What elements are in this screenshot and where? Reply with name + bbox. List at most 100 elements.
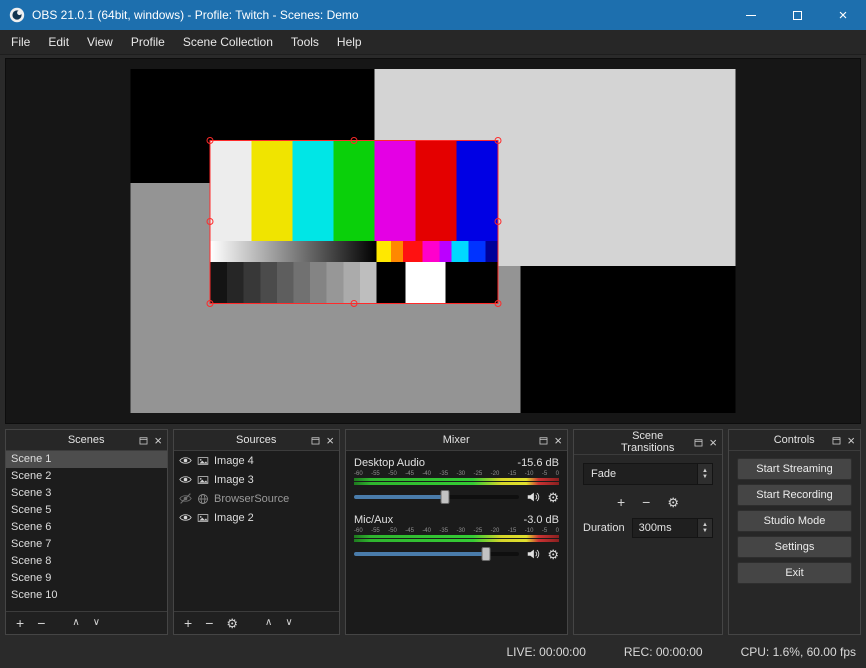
menu-help[interactable]: Help <box>328 30 371 54</box>
volume-slider-handle[interactable] <box>482 547 491 561</box>
dock-float-icon[interactable] <box>831 435 842 446</box>
source-row[interactable]: Image 2 <box>174 508 339 527</box>
remove-source-button[interactable]: − <box>205 616 213 630</box>
add-transition-button[interactable]: + <box>617 495 625 509</box>
close-button[interactable]: × <box>820 0 866 30</box>
combo-arrows[interactable]: ▲ ▼ <box>697 464 712 484</box>
remove-scene-button[interactable]: − <box>37 616 45 630</box>
scene-list-item[interactable]: Scene 10 <box>6 587 167 604</box>
start-recording-button[interactable]: Start Recording <box>737 484 852 506</box>
channel-settings-gear-icon[interactable]: ⚙ <box>547 548 559 561</box>
eye-visible-icon[interactable] <box>179 454 192 467</box>
dock-float-icon[interactable] <box>538 435 549 446</box>
transition-properties-gear-icon[interactable]: ⚙ <box>667 496 679 509</box>
remove-transition-button[interactable]: − <box>642 495 650 509</box>
bar-yellow <box>252 141 293 241</box>
dock-close-icon[interactable]: × <box>154 434 162 447</box>
scenes-list[interactable]: Scene 1 Scene 2 Scene 3 Scene 5 Scene 6 … <box>6 451 167 611</box>
obs-window: OBS 21.0.1 (64bit, windows) - Profile: T… <box>0 0 866 668</box>
settings-button[interactable]: Settings <box>737 536 852 558</box>
selection-handle[interactable] <box>495 218 502 225</box>
speaker-icon[interactable] <box>526 547 540 561</box>
menu-profile[interactable]: Profile <box>122 30 174 54</box>
scene-list-item[interactable]: Scene 2 <box>6 468 167 485</box>
selection-handle[interactable] <box>350 300 357 307</box>
add-source-button[interactable]: + <box>184 616 192 630</box>
selection-handle[interactable] <box>495 300 502 307</box>
volume-meter <box>354 478 559 485</box>
bar-magenta <box>375 141 416 241</box>
image-source-icon <box>197 455 209 467</box>
black-segment <box>446 262 498 303</box>
menu-edit[interactable]: Edit <box>39 30 78 54</box>
menu-scene-collection[interactable]: Scene Collection <box>174 30 282 54</box>
speaker-icon[interactable] <box>526 490 540 504</box>
eye-hidden-icon[interactable] <box>179 492 192 505</box>
dock-close-icon[interactable]: × <box>554 434 562 447</box>
scene-list-item[interactable]: Scene 6 <box>6 519 167 536</box>
spin-arrows[interactable]: ▲ ▼ <box>697 519 712 537</box>
dock-float-icon[interactable] <box>310 435 321 446</box>
move-scene-down-button[interactable]: ∨ <box>93 618 100 628</box>
scene-list-item[interactable]: Scene 9 <box>6 570 167 587</box>
source-row[interactable]: BrowserSource <box>174 489 339 508</box>
exit-button[interactable]: Exit <box>737 562 852 584</box>
window-controls: × <box>728 0 866 30</box>
source-row[interactable]: Image 4 <box>174 451 339 470</box>
channel-settings-gear-icon[interactable]: ⚙ <box>547 491 559 504</box>
maximize-button[interactable] <box>774 0 820 30</box>
menu-file[interactable]: File <box>2 30 39 54</box>
eye-visible-icon[interactable] <box>179 511 192 524</box>
eye-visible-icon[interactable] <box>179 473 192 486</box>
mixer-panel-title: Mixer <box>376 434 536 446</box>
test-pattern-bars <box>211 141 498 241</box>
controls-panel: Controls × Start Streaming Start Recordi… <box>728 429 861 635</box>
volume-slider-handle[interactable] <box>440 490 449 504</box>
scene-list-item[interactable]: Scene 1 <box>6 451 167 468</box>
add-scene-button[interactable]: + <box>16 616 24 630</box>
transition-select[interactable]: Fade ▲ ▼ <box>583 463 713 485</box>
duration-value: 300ms <box>639 522 672 534</box>
menu-tools[interactable]: Tools <box>282 30 328 54</box>
menu-view[interactable]: View <box>78 30 122 54</box>
selection-handle[interactable] <box>207 300 214 307</box>
color-bars-test-pattern <box>211 141 498 303</box>
selection-handle[interactable] <box>207 218 214 225</box>
menubar: File Edit View Profile Scene Collection … <box>0 30 866 55</box>
selection-handle[interactable] <box>350 137 357 144</box>
scene-list-item[interactable]: Scene 7 <box>6 536 167 553</box>
scene-list-item[interactable]: Scene 8 <box>6 553 167 570</box>
dock-close-icon[interactable]: × <box>709 436 717 449</box>
move-source-up-button[interactable]: ∧ <box>265 618 272 628</box>
minimize-button[interactable] <box>728 0 774 30</box>
chevron-down-icon: ▼ <box>702 529 708 534</box>
move-source-down-button[interactable]: ∨ <box>285 618 292 628</box>
titlebar: OBS 21.0.1 (64bit, windows) - Profile: T… <box>0 0 866 30</box>
duration-spinbox[interactable]: 300ms ▲ ▼ <box>632 518 713 538</box>
dock-float-icon[interactable] <box>138 435 149 446</box>
volume-slider[interactable] <box>354 552 519 556</box>
dock-close-icon[interactable]: × <box>847 434 855 447</box>
studio-mode-button[interactable]: Studio Mode <box>737 510 852 532</box>
sources-panel: Sources × Image 4 <box>173 429 340 635</box>
scene-list-item[interactable]: Scene 5 <box>6 502 167 519</box>
source-row[interactable]: Image 3 <box>174 470 339 489</box>
source-properties-gear-icon[interactable]: ⚙ <box>226 617 238 630</box>
program-canvas[interactable] <box>131 69 736 413</box>
duration-label: Duration <box>583 522 625 534</box>
move-scene-up-button[interactable]: ∧ <box>72 618 79 628</box>
volume-slider[interactable] <box>354 495 519 499</box>
selected-source[interactable] <box>211 141 498 303</box>
dock-float-icon[interactable] <box>693 437 704 448</box>
selection-handle[interactable] <box>207 137 214 144</box>
dock-close-icon[interactable]: × <box>326 434 334 447</box>
close-icon: × <box>839 8 848 23</box>
channel-level: -3.0 dB <box>524 514 559 526</box>
sources-list[interactable]: Image 4 Image 3 <box>174 451 339 611</box>
scenes-panel-title: Scenes <box>36 434 136 446</box>
selection-handle[interactable] <box>495 137 502 144</box>
start-streaming-button[interactable]: Start Streaming <box>737 458 852 480</box>
dock-area: Scenes × Scene 1 Scene 2 Scene 3 Scene 5… <box>5 429 861 635</box>
chevron-down-icon: ▼ <box>702 475 708 480</box>
scene-list-item[interactable]: Scene 3 <box>6 485 167 502</box>
